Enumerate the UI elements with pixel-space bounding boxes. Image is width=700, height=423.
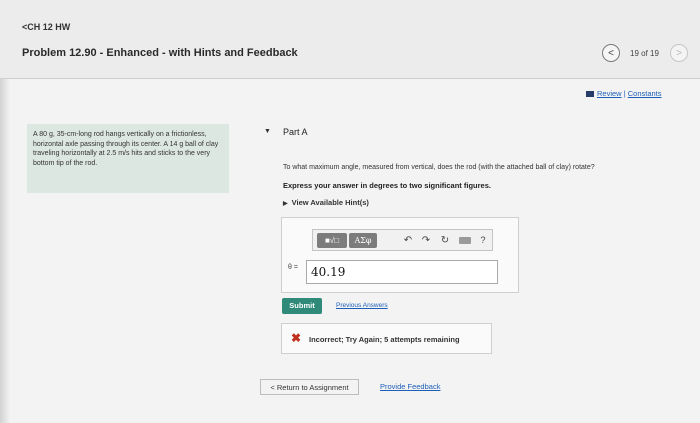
side-shadow — [0, 78, 10, 423]
symbols-button[interactable]: AΣφ — [349, 233, 377, 248]
separator: | — [623, 89, 626, 98]
book-icon — [586, 91, 594, 98]
x-icon: ✖ — [291, 331, 302, 345]
review-link[interactable]: Review — [597, 89, 622, 98]
back-to-assignment-link[interactable]: <CH 12 HW — [22, 22, 70, 32]
math-toolbar: ■√□ AΣφ ↶ ↷ ↻ ? — [312, 229, 493, 251]
next-problem-button[interactable]: > — [670, 44, 688, 62]
expand-triangle-icon: ▶ — [283, 201, 288, 207]
answer-input[interactable]: 40.19 — [306, 260, 498, 284]
chevron-right-icon: > — [676, 48, 682, 59]
view-hints-toggle[interactable]: ▶ View Available Hint(s) — [283, 198, 369, 207]
provide-feedback-link[interactable]: Provide Feedback — [380, 382, 440, 391]
hints-label: View Available Hint(s) — [291, 198, 369, 207]
instruction-text: Express your answer in degrees to two si… — [283, 181, 491, 190]
problem-counter: 19 of 19 — [630, 49, 659, 58]
answer-panel: ■√□ AΣφ ↶ ↷ ↻ ? θ = 40.19 — [281, 217, 519, 293]
header-bar: <CH 12 HW Problem 12.90 - Enhanced - wit… — [0, 0, 700, 79]
question-text: To what maximum angle, measured from ver… — [283, 164, 595, 171]
feedback-message-box: ✖ Incorrect; Try Again; 5 attempts remai… — [281, 323, 492, 354]
return-to-assignment-button[interactable]: < Return to Assignment — [260, 379, 359, 395]
constants-link[interactable]: Constants — [628, 89, 662, 98]
reset-icon[interactable]: ↻ — [438, 233, 452, 248]
feedback-message: Incorrect; Try Again; 5 attempts remaini… — [309, 335, 460, 344]
templates-button[interactable]: ■√□ — [317, 233, 347, 248]
problem-title: Problem 12.90 - Enhanced - with Hints an… — [22, 47, 298, 59]
keyboard-icon[interactable] — [459, 233, 473, 248]
collapse-part-icon[interactable]: ▼ — [264, 128, 271, 135]
page: <CH 12 HW Problem 12.90 - Enhanced - wit… — [0, 0, 700, 423]
undo-icon[interactable]: ↶ — [401, 233, 415, 248]
help-icon[interactable]: ? — [477, 233, 489, 248]
part-label: Part A — [283, 127, 308, 137]
previous-answers-link[interactable]: Previous Answers — [336, 302, 388, 309]
chevron-left-icon: < — [608, 48, 614, 59]
answer-variable-label: θ = — [288, 264, 298, 271]
previous-problem-button[interactable]: < — [602, 44, 620, 62]
redo-icon[interactable]: ↷ — [419, 233, 433, 248]
problem-statement: A 80 g, 35-cm-long rod hangs vertically … — [27, 124, 229, 193]
review-constants-bar: Review | Constants — [586, 89, 662, 98]
submit-button[interactable]: Submit — [282, 298, 322, 314]
